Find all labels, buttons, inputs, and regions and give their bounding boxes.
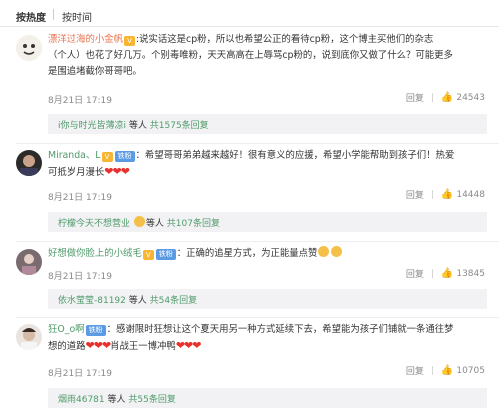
- comment-username[interactable]: 漂洋过海的小金帆: [48, 34, 123, 45]
- comment-divider: [16, 241, 499, 242]
- sub-reply-text: 等人: [145, 219, 164, 229]
- sub-reply-username[interactable]: 依水莹莹-81192: [58, 296, 126, 306]
- sub-reply-text: 等人: [128, 121, 147, 131]
- verified-badge-icon: V: [124, 36, 136, 46]
- comment-username[interactable]: 狂O_o啊: [48, 324, 85, 335]
- action-divider: [431, 93, 433, 102]
- like-thumb-icon[interactable]: 👍: [441, 92, 453, 103]
- sub-reply-summary[interactable]: 柠檬今天不想营业 等人 共107条回复: [48, 212, 487, 232]
- reply-button[interactable]: 回复: [406, 364, 424, 377]
- sort-by-hot-tab[interactable]: 按热度: [16, 9, 46, 24]
- comment-body: ：正确的追星方式，为正能量点赞: [176, 248, 318, 259]
- avatar[interactable]: [16, 324, 42, 350]
- sub-reply-text: 等人: [107, 395, 126, 405]
- comment-text: 好想做你脸上的小绒毛 V 铁粉 ：正确的追星方式，为正能量点赞: [48, 246, 487, 262]
- sub-reply-total[interactable]: 共107条回复: [167, 219, 220, 229]
- iron-fan-badge: 铁粉: [85, 325, 106, 336]
- comment-username[interactable]: Miranda、L: [48, 150, 101, 161]
- sub-reply-username[interactable]: 烟雨46781: [58, 395, 105, 405]
- sub-reply-total[interactable]: 共55条回复: [128, 395, 175, 405]
- comment-body: 肖战王一博冲鸭: [110, 341, 176, 352]
- thumbs-up-emoji-icon: [318, 246, 330, 257]
- reply-button[interactable]: 回复: [406, 188, 424, 201]
- comment-item: 漂洋过海的小金帆 V:说实话这是cp粉，所以也希望公正的看待cp粉，这个博主买他们…: [0, 27, 499, 144]
- sort-by-time-tab[interactable]: 按时间: [62, 9, 92, 24]
- like-count: 24543: [456, 92, 485, 103]
- verified-badge-icon: V: [101, 152, 113, 162]
- comment-text: 狂O_o啊 铁粉 ：感谢限时狂想让这个夏天用另一种方式延续下去，希望能为孩子们铺就一…: [48, 322, 487, 355]
- heart-emoji-icon: ❤❤❤: [85, 339, 112, 352]
- comment-actions: 回复 👍 13845: [406, 267, 485, 280]
- comment-actions: 回复 👍 24543: [406, 91, 485, 104]
- like-count: 10705: [456, 365, 485, 376]
- comment-body: ：希望哥哥弟弟越来越好！很有意义的应援，希望小学能帮助到孩子们！热爱: [135, 150, 455, 161]
- thumbs-up-emoji-icon: [331, 246, 343, 257]
- comment-body: 可抵岁月漫长: [48, 167, 105, 178]
- sub-reply-total[interactable]: 共1575条回复: [150, 121, 209, 131]
- heart-emoji-icon: ❤❤❤: [175, 339, 202, 352]
- sub-reply-text: 等人: [128, 296, 147, 306]
- like-count: 13845: [456, 268, 485, 279]
- action-divider: [431, 366, 433, 375]
- sub-reply-summary[interactable]: i你与时光皆薄凉i 等人 共1575条回复: [48, 114, 487, 134]
- comment-body: :说实话这是cp粉，所以也希望公正的看待cp粉，这个博主买他们的杂志: [136, 34, 434, 45]
- iron-fan-badge: 铁粉: [114, 151, 135, 162]
- sub-reply-total[interactable]: 共54条回复: [150, 296, 197, 306]
- comment-date: 8月21日 17:19: [48, 369, 112, 379]
- comment-date: 8月21日 17:19: [48, 193, 112, 203]
- avatar[interactable]: [16, 150, 42, 176]
- comment-date: 8月21日 17:19: [48, 96, 112, 106]
- comment-username[interactable]: 好想做你脸上的小绒毛: [48, 248, 142, 259]
- like-thumb-icon[interactable]: 👍: [441, 365, 453, 376]
- comment-text: 漂洋过海的小金帆 V:说实话这是cp粉，所以也希望公正的看待cp粉，这个博主买他们…: [48, 32, 487, 80]
- comment-actions: 回复 👍 10705: [406, 364, 485, 377]
- comment-body: （个人）也花了好几万。个别毒唯粉，天天高高在上辱骂cp粉的，说到底你又做了什么？…: [48, 50, 453, 61]
- comment-body: 是围追堵截你哥哥吧。: [48, 66, 142, 77]
- verified-badge-icon: V: [142, 250, 154, 260]
- avatar[interactable]: [16, 249, 42, 275]
- iron-fan-badge: 铁粉: [155, 249, 176, 260]
- sub-reply-summary[interactable]: 烟雨46781 等人 共55条回复: [48, 388, 487, 408]
- action-divider: [431, 269, 433, 278]
- like-count: 14448: [456, 189, 485, 200]
- comment-item: Miranda、L V 铁粉 ：希望哥哥弟弟越来越好！很有意义的应援，希望小学能帮助到…: [0, 144, 499, 243]
- action-divider: [431, 190, 433, 199]
- comment-actions: 回复 👍 14448: [406, 188, 485, 201]
- heart-emoji-icon: ❤❤❤: [104, 165, 130, 178]
- reply-button[interactable]: 回复: [406, 267, 424, 280]
- sub-reply-username[interactable]: 柠檬今天不想营业: [58, 219, 130, 229]
- avatar[interactable]: [16, 35, 42, 61]
- like-thumb-icon[interactable]: 👍: [441, 189, 453, 200]
- sub-reply-summary[interactable]: 依水莹莹-81192 等人 共54条回复: [48, 289, 487, 309]
- comment-body: ：感谢限时狂想让这个夏天用另一种方式延续下去，希望能为孩子们铺就一条通往梦: [106, 324, 454, 335]
- reply-button[interactable]: 回复: [406, 91, 424, 104]
- comment-item: 狂O_o啊 铁粉 ：感谢限时狂想让这个夏天用另一种方式延续下去，希望能为孩子们铺就一…: [0, 318, 499, 413]
- comment-body: 想的道路: [48, 341, 86, 352]
- emoji-icon: [133, 216, 145, 227]
- comment-text: Miranda、L V 铁粉 ：希望哥哥弟弟越来越好！很有意义的应援，希望小学能帮助到…: [48, 148, 487, 181]
- sort-divider: [53, 9, 54, 20]
- comment-item: 好想做你脸上的小绒毛 V 铁粉 ：正确的追星方式，为正能量点赞 8月21日 17:19…: [0, 243, 499, 318]
- sub-reply-username[interactable]: i你与时光皆薄凉i: [58, 121, 126, 131]
- like-thumb-icon[interactable]: 👍: [441, 268, 453, 279]
- comment-date: 8月21日 17:19: [48, 272, 112, 282]
- sort-bar: 按热度 按时间: [0, 0, 499, 27]
